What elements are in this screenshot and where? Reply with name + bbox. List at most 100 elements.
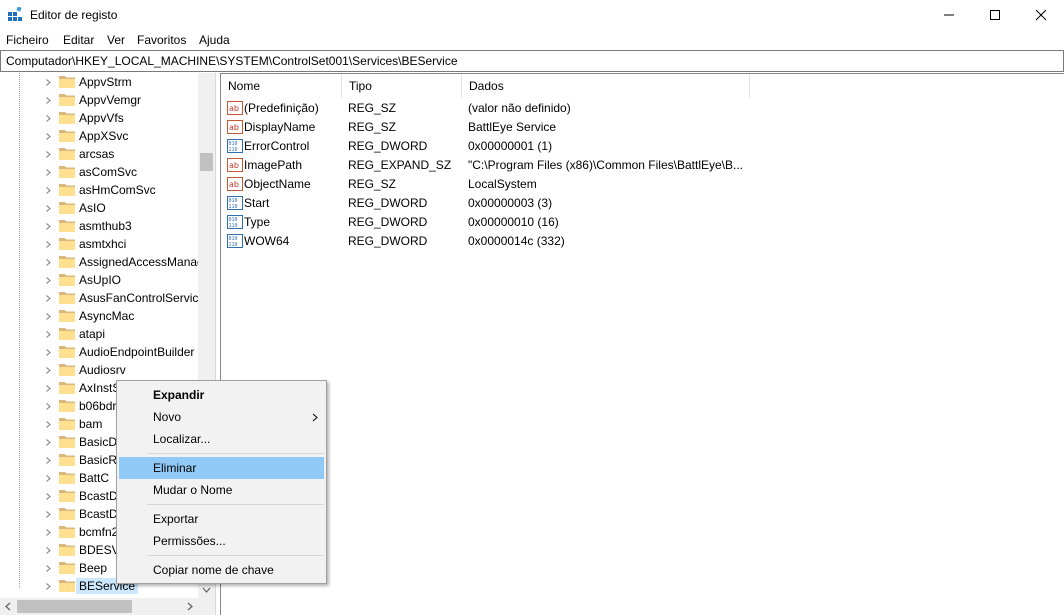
- table-row[interactable]: ab DisplayName REG_SZ BattlEye Service: [221, 118, 1064, 137]
- menu-editar[interactable]: Editar: [63, 33, 94, 47]
- context-menu-rename[interactable]: Mudar o Nome: [119, 479, 324, 501]
- chevron-right-icon[interactable]: [46, 151, 51, 158]
- chevron-right-icon[interactable]: [46, 565, 51, 572]
- tree-item[interactable]: asmtxhci: [0, 235, 198, 253]
- context-menu-expand[interactable]: Expandir: [119, 384, 324, 406]
- scroll-left-arrow-icon[interactable]: [0, 598, 17, 615]
- address-path: Computador\HKEY_LOCAL_MACHINE\SYSTEM\Con…: [6, 54, 458, 68]
- folder-icon: [59, 544, 75, 556]
- tree-item[interactable]: AsyncMac: [0, 307, 198, 325]
- tree-item[interactable]: AsUpIO: [0, 271, 198, 289]
- table-row[interactable]: 010 110 Start REG_DWORD 0x00000003 (3): [221, 194, 1064, 213]
- tree-item[interactable]: AppXSvc: [0, 127, 198, 145]
- chevron-right-icon[interactable]: [46, 403, 51, 410]
- chevron-right-icon[interactable]: [46, 457, 51, 464]
- value-type: REG_DWORD: [348, 196, 428, 210]
- chevron-right-icon[interactable]: [46, 313, 51, 320]
- close-button[interactable]: [1018, 0, 1064, 30]
- chevron-right-icon[interactable]: [46, 241, 51, 248]
- tree-item-label: AppvVfs: [79, 111, 124, 125]
- folder-icon: [59, 526, 75, 538]
- chevron-right-icon[interactable]: [46, 367, 51, 374]
- tree-item-label: asmtxhci: [79, 237, 127, 251]
- chevron-right-icon[interactable]: [46, 223, 51, 230]
- chevron-right-icon[interactable]: [46, 529, 51, 536]
- menu-favoritos[interactable]: Favoritos: [137, 33, 186, 47]
- chevron-right-icon[interactable]: [46, 169, 51, 176]
- chevron-right-icon[interactable]: [46, 439, 51, 446]
- chevron-right-icon[interactable]: [46, 493, 51, 500]
- menu-separator: [147, 504, 324, 505]
- context-menu-delete[interactable]: Eliminar: [119, 457, 324, 479]
- tree-item[interactable]: asHmComSvc: [0, 181, 198, 199]
- chevron-right-icon[interactable]: [46, 79, 51, 86]
- context-menu-copy-key-name[interactable]: Copiar nome de chave: [119, 559, 324, 581]
- folder-icon: [59, 562, 75, 574]
- table-row[interactable]: 010 110 ErrorControl REG_DWORD 0x00000001 (1…: [221, 137, 1064, 156]
- chevron-right-icon[interactable]: [46, 475, 51, 482]
- tree-vertical-scroll-thumb[interactable]: [200, 153, 213, 171]
- tree-item[interactable]: AudioEndpointBuilder: [0, 343, 198, 361]
- table-row[interactable]: ab ObjectName REG_SZ LocalSystem: [221, 175, 1064, 194]
- tree-horizontal-scroll-thumb[interactable]: [17, 600, 132, 613]
- tree-item-label: Audiosrv: [79, 363, 126, 377]
- value-name: ImagePath: [244, 158, 303, 172]
- tree-item[interactable]: AppvVemgr: [0, 91, 198, 109]
- column-header-data[interactable]: Dados: [462, 74, 750, 98]
- table-row[interactable]: 010 110 WOW64 REG_DWORD 0x0000014c (332): [221, 232, 1064, 251]
- registry-editor-icon: [8, 7, 22, 21]
- chevron-right-icon[interactable]: [46, 187, 51, 194]
- scroll-right-arrow-icon[interactable]: [181, 598, 198, 615]
- tree-item[interactable]: Audiosrv: [0, 361, 198, 379]
- column-header-type[interactable]: Tipo: [342, 74, 462, 98]
- address-bar[interactable]: Computador\HKEY_LOCAL_MACHINE\SYSTEM\Con…: [0, 50, 1064, 72]
- menu-ajuda[interactable]: Ajuda: [199, 33, 230, 47]
- table-row[interactable]: 010 110 Type REG_DWORD 0x00000010 (16): [221, 213, 1064, 232]
- chevron-right-icon[interactable]: [46, 385, 51, 392]
- chevron-right-icon[interactable]: [46, 547, 51, 554]
- chevron-right-icon[interactable]: [46, 421, 51, 428]
- table-row[interactable]: ab ImagePath REG_EXPAND_SZ "C:\Program File…: [221, 156, 1064, 175]
- tree-item-label: AsusFanControlService: [79, 291, 206, 305]
- tree-item-label: Beep: [79, 561, 108, 575]
- chevron-right-icon[interactable]: [46, 205, 51, 212]
- chevron-right-icon[interactable]: [46, 259, 51, 266]
- context-menu-export[interactable]: Exportar: [119, 508, 324, 530]
- chevron-right-icon[interactable]: [46, 277, 51, 284]
- folder-icon: [59, 184, 75, 196]
- menu-ver[interactable]: Ver: [107, 33, 125, 47]
- context-menu-new[interactable]: Novo: [119, 406, 324, 428]
- value-type: REG_EXPAND_SZ: [348, 158, 452, 172]
- chevron-right-icon[interactable]: [46, 295, 51, 302]
- chevron-right-icon[interactable]: [46, 331, 51, 338]
- tree-item[interactable]: AsusFanControlService: [0, 289, 205, 307]
- scroll-down-arrow-icon[interactable]: [198, 583, 215, 598]
- column-header-name[interactable]: Nome: [221, 74, 342, 98]
- tree-horizontal-scrollbar[interactable]: [0, 598, 215, 615]
- minimize-button[interactable]: [926, 0, 972, 30]
- chevron-right-icon[interactable]: [46, 97, 51, 104]
- tree-item[interactable]: AsIO: [0, 199, 198, 217]
- tree-item[interactable]: AssignedAccessManag: [0, 253, 204, 271]
- binary-value-icon: 010110: [227, 234, 243, 248]
- maximize-button[interactable]: [972, 0, 1018, 30]
- tree-item[interactable]: AppvStrm: [0, 73, 198, 91]
- chevron-right-icon[interactable]: [46, 349, 51, 356]
- tree-item[interactable]: asmthub3: [0, 217, 198, 235]
- context-menu-permissions[interactable]: Permissões...: [119, 530, 324, 552]
- chevron-right-icon[interactable]: [46, 115, 51, 122]
- table-row[interactable]: ab (Predefinição) REG_SZ (valor não definid…: [221, 99, 1064, 118]
- chevron-right-icon[interactable]: [46, 511, 51, 518]
- chevron-right-icon[interactable]: [46, 133, 51, 140]
- tree-item[interactable]: atapi: [0, 325, 198, 343]
- chevron-right-icon[interactable]: [46, 583, 51, 590]
- value-data: 0x0000014c (332): [468, 234, 565, 248]
- tree-item[interactable]: arcsas: [0, 145, 198, 163]
- tree-item[interactable]: asComSvc: [0, 163, 198, 181]
- tree-item[interactable]: AppvVfs: [0, 109, 198, 127]
- tree-item-label: AppXSvc: [79, 129, 129, 143]
- folder-icon: [59, 472, 75, 484]
- tree-item-label: AudioEndpointBuilder: [79, 345, 195, 359]
- context-menu-find[interactable]: Localizar...: [119, 428, 324, 450]
- menu-ficheiro[interactable]: Ficheiro: [6, 33, 49, 47]
